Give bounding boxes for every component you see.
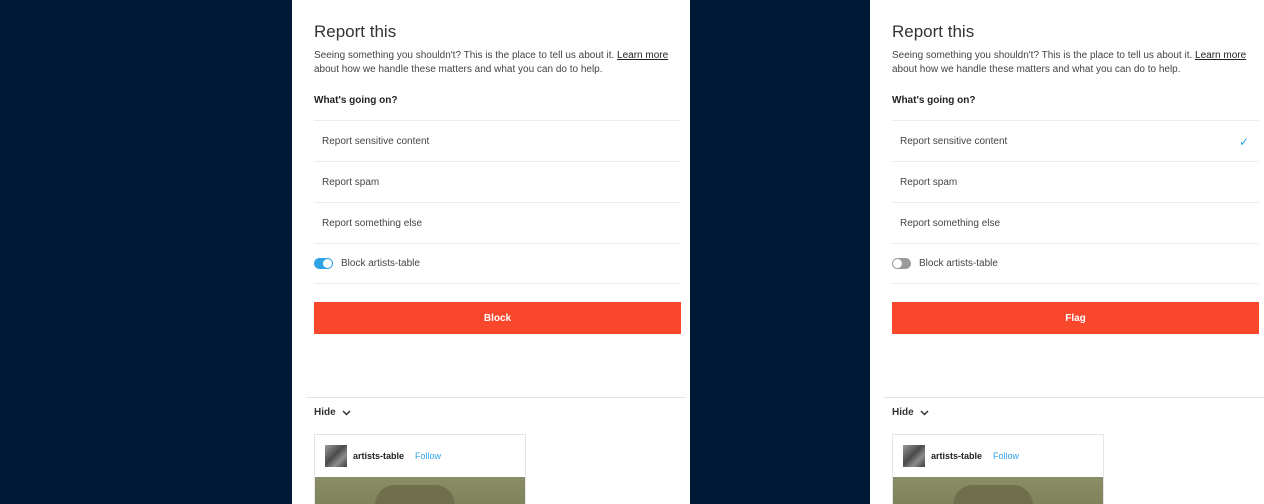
- hide-button[interactable]: Hide: [892, 407, 929, 418]
- panel-description: Seeing something you shouldn't? This is …: [892, 49, 1257, 77]
- option-label: Report spam: [900, 176, 958, 188]
- block-button[interactable]: Block: [314, 302, 681, 334]
- avatar[interactable]: [325, 445, 347, 467]
- description-tail: about how we handle these matters and wh…: [892, 64, 1181, 75]
- post-image-shape: [953, 485, 1033, 504]
- block-label: Block artists-table: [919, 258, 998, 269]
- post-username[interactable]: artists-table: [931, 451, 982, 461]
- toggle-knob: [323, 259, 332, 268]
- post-card: artists-table Follow: [314, 434, 526, 504]
- hide-label: Hide: [892, 407, 914, 418]
- question-heading: What's going on?: [314, 95, 398, 106]
- block-toggle[interactable]: [314, 258, 333, 269]
- post-username[interactable]: artists-table: [353, 451, 404, 461]
- block-toggle[interactable]: [892, 258, 911, 269]
- option-label: Report spam: [322, 176, 380, 188]
- description-tail: about how we handle these matters and wh…: [314, 64, 603, 75]
- panel-title: Report this: [314, 22, 397, 41]
- option-report-something-else[interactable]: Report something else: [892, 202, 1259, 243]
- dark-background-right: [690, 0, 870, 504]
- checkmark-icon: ✓: [1238, 135, 1249, 149]
- option-label: Report sensitive content: [900, 135, 1008, 147]
- report-panel-left: Report this Seeing something you shouldn…: [292, 0, 687, 504]
- description-text: Seeing something you shouldn't? This is …: [314, 50, 615, 61]
- divider: [884, 397, 1264, 398]
- post-image-shape: [375, 485, 455, 504]
- post-image: [315, 477, 525, 504]
- block-label: Block artists-table: [341, 258, 420, 269]
- flag-button[interactable]: Flag: [892, 302, 1259, 334]
- option-report-spam[interactable]: Report spam: [314, 161, 681, 202]
- dark-background-left: [0, 0, 292, 504]
- question-heading: What's going on?: [892, 95, 976, 106]
- panel-title: Report this: [892, 22, 975, 41]
- panel-description: Seeing something you shouldn't? This is …: [314, 49, 679, 77]
- description-text: Seeing something you shouldn't? This is …: [892, 50, 1193, 61]
- option-report-something-else[interactable]: Report something else: [314, 202, 681, 243]
- follow-button[interactable]: Follow: [415, 451, 441, 461]
- follow-button[interactable]: Follow: [993, 451, 1019, 461]
- avatar[interactable]: [903, 445, 925, 467]
- toggle-knob: [893, 259, 902, 268]
- option-report-sensitive[interactable]: Report sensitive content ✓: [892, 120, 1259, 161]
- learn-more-link[interactable]: Learn more: [617, 50, 668, 61]
- hide-label: Hide: [314, 407, 336, 418]
- divider: [306, 397, 686, 398]
- option-label: Report something else: [900, 217, 1001, 229]
- block-user-row: Block artists-table: [892, 243, 1259, 284]
- learn-more-link[interactable]: Learn more: [1195, 50, 1246, 61]
- option-label: Report something else: [322, 217, 423, 229]
- option-label: Report sensitive content: [322, 135, 430, 147]
- hide-button[interactable]: Hide: [314, 407, 351, 418]
- block-user-row: Block artists-table: [314, 243, 681, 284]
- chevron-down-icon: [342, 408, 351, 418]
- option-report-sensitive[interactable]: Report sensitive content: [314, 120, 681, 161]
- report-panel-right: Report this Seeing something you shouldn…: [870, 0, 1264, 504]
- option-report-spam[interactable]: Report spam: [892, 161, 1259, 202]
- post-image: [893, 477, 1103, 504]
- post-card: artists-table Follow: [892, 434, 1104, 504]
- chevron-down-icon: [920, 408, 929, 418]
